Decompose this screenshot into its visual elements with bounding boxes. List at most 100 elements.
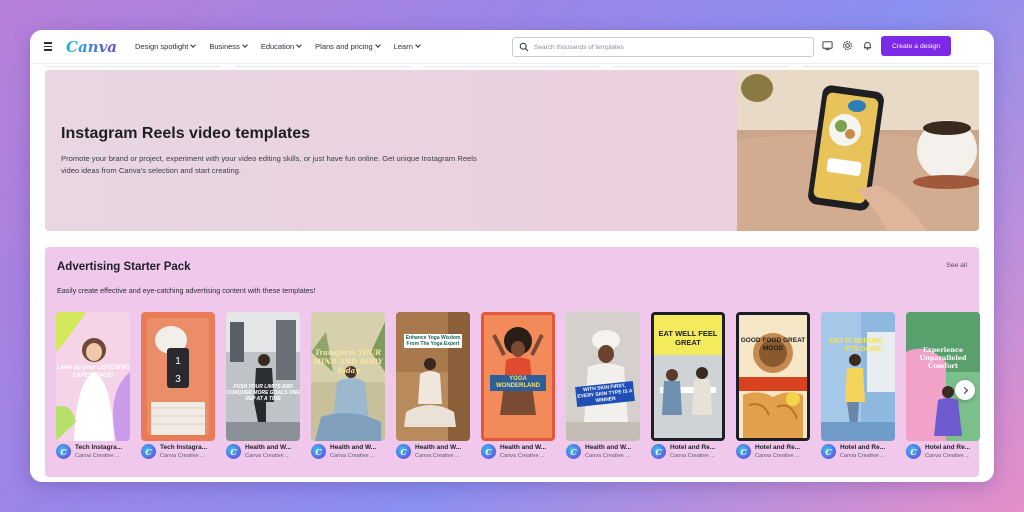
template-author: Canva Creative ... bbox=[415, 453, 460, 459]
nav-label: Learn bbox=[393, 42, 413, 51]
see-all-link[interactable]: See all bbox=[946, 262, 967, 269]
template-thumbnail[interactable]: EAT WELL FEEL GREAT bbox=[651, 312, 725, 441]
template-name: Tech Instagra... bbox=[75, 444, 123, 451]
hero-banner: Instagram Reels video templates Promote … bbox=[45, 70, 979, 231]
template-name: Hotel and Re... bbox=[755, 444, 801, 451]
template-card[interactable]: GOOD FOOD GREAT MOOD C Hotel and Re... C… bbox=[736, 312, 810, 459]
template-card[interactable]: YOGA WONDERLAND C Health and W... Canva … bbox=[481, 312, 555, 459]
section-description: Easily create effective and eye-catching… bbox=[57, 286, 316, 295]
template-author: Canva Creative ... bbox=[840, 453, 885, 459]
search-icon bbox=[519, 42, 529, 52]
thumbnail-overlay-text: Level up your LISTENING EXPERIENCE! bbox=[56, 365, 130, 379]
card-meta: C Health and W... Canva Creative ... bbox=[481, 444, 555, 459]
creator-avatar: C bbox=[396, 444, 411, 459]
template-card[interactable]: WITH SKIN FIRST, EVERY SKIN TYPE IS A WI… bbox=[566, 312, 640, 459]
creator-avatar: C bbox=[311, 444, 326, 459]
template-name: Hotel and Re... bbox=[670, 444, 716, 451]
chevron-down-icon bbox=[190, 42, 197, 48]
nav-label: Plans and pricing bbox=[315, 42, 373, 51]
thumbnail-overlay-text: GOOD FOOD GREAT MOOD bbox=[740, 337, 806, 352]
card-meta: C Tech Instagra... Canva Creative ... bbox=[56, 444, 130, 459]
template-card[interactable]: Transform YOUR MIND AND BODY Today C Hea… bbox=[311, 312, 385, 459]
chevron-down-icon bbox=[415, 42, 421, 48]
template-card[interactable]: EAT WELL FEEL GREAT C Hotel and Re... Ca… bbox=[651, 312, 725, 459]
scrolled-tabs-divider bbox=[45, 64, 979, 69]
chevron-right-icon bbox=[960, 386, 968, 394]
create-design-button[interactable]: Create a design bbox=[881, 36, 951, 56]
card-meta: C Health and W... Canva Creative ... bbox=[566, 444, 640, 459]
nav-label: Education bbox=[260, 42, 295, 51]
card-meta: C Health and W... Canva Creative ... bbox=[226, 444, 300, 459]
card-meta: C Hotel and Re... Canva Creative ... bbox=[821, 444, 895, 459]
nav-learn[interactable]: Learn bbox=[393, 42, 421, 51]
creator-avatar: C bbox=[141, 444, 156, 459]
creator-avatar: C bbox=[821, 444, 836, 459]
template-author: Canva Creative ... bbox=[755, 453, 800, 459]
nav-plans-and-pricing[interactable]: Plans and pricing bbox=[315, 42, 381, 51]
bell-icon[interactable] bbox=[862, 40, 873, 51]
nav-business[interactable]: Business bbox=[209, 42, 248, 51]
menu-icon[interactable] bbox=[40, 39, 56, 55]
template-thumbnail[interactable]: GET IT BEFORE IT'S GONE! bbox=[821, 312, 895, 441]
gear-icon[interactable] bbox=[842, 40, 853, 51]
template-thumbnail[interactable]: Enhance Yoga Wisdom From The Yoga Expert bbox=[396, 312, 470, 441]
template-thumbnail[interactable]: WITH SKIN FIRST, EVERY SKIN TYPE IS A WI… bbox=[566, 312, 640, 441]
template-author: Canva Creative ... bbox=[160, 453, 205, 459]
card-meta: C Hotel and Re... Canva Creative ... bbox=[736, 444, 810, 459]
template-thumbnail[interactable]: PUSH YOUR LIMITS AND CONQUER MORE GOALS … bbox=[226, 312, 300, 441]
template-author: Canva Creative ... bbox=[925, 453, 970, 459]
advertising-starter-pack-section: Advertising Starter Pack See all Easily … bbox=[45, 247, 980, 477]
nav-education[interactable]: Education bbox=[260, 42, 303, 51]
template-name: Tech Instagra... bbox=[160, 444, 208, 451]
card-meta: C Health and W... Canva Creative ... bbox=[311, 444, 385, 459]
creator-avatar: C bbox=[481, 444, 496, 459]
monitor-icon[interactable] bbox=[822, 40, 833, 51]
hero-description: Promote your brand or project, experimen… bbox=[61, 154, 477, 175]
card-meta: C Hotel and Re... Canva Creative ... bbox=[906, 444, 980, 459]
template-author: Canva Creative ... bbox=[670, 453, 715, 459]
creator-avatar: C bbox=[226, 444, 241, 459]
top-navigation-bar: Canva Design spotlight Business Educatio… bbox=[30, 30, 994, 64]
svg-text:1: 1 bbox=[175, 356, 181, 367]
hero-phone-image bbox=[737, 70, 979, 231]
main-nav: Design spotlight Business Education Plan… bbox=[135, 42, 421, 51]
template-thumbnail[interactable]: GOOD FOOD GREAT MOOD bbox=[736, 312, 810, 441]
template-card[interactable]: PUSH YOUR LIMITS AND CONQUER MORE GOALS … bbox=[226, 312, 300, 459]
template-author: Canva Creative ... bbox=[500, 453, 545, 459]
search-box[interactable] bbox=[512, 37, 814, 57]
search-input[interactable] bbox=[534, 43, 804, 51]
template-thumbnail[interactable]: Experience Unparalleled Comfort bbox=[906, 312, 980, 441]
template-name: Health and W... bbox=[330, 444, 377, 451]
canva-logo[interactable]: Canva bbox=[66, 38, 117, 56]
template-name: Hotel and Re... bbox=[840, 444, 886, 451]
nav-design-spotlight[interactable]: Design spotlight bbox=[135, 42, 197, 51]
template-thumbnail[interactable]: Level up your LISTENING EXPERIENCE! bbox=[56, 312, 130, 441]
nav-label: Design spotlight bbox=[135, 42, 189, 51]
template-card[interactable]: 1 3 C Tech Instagra... Canva Creative ..… bbox=[141, 312, 215, 459]
template-name: Health and W... bbox=[245, 444, 292, 451]
template-thumbnail[interactable]: Transform YOUR MIND AND BODY Today bbox=[311, 312, 385, 441]
thumbnail-overlay-text: Enhance Yoga Wisdom From The Yoga Expert bbox=[404, 334, 462, 348]
template-thumbnail[interactable]: 1 3 bbox=[141, 312, 215, 441]
thumbnail-overlay-text: EAT WELL FEEL GREAT bbox=[658, 329, 718, 347]
template-carousel: Level up your LISTENING EXPERIENCE! C Te… bbox=[56, 312, 980, 459]
template-author: Canva Creative ... bbox=[75, 453, 120, 459]
template-name: Health and W... bbox=[500, 444, 547, 451]
carousel-next-button[interactable] bbox=[955, 380, 975, 400]
template-thumbnail[interactable]: YOGA WONDERLAND bbox=[481, 312, 555, 441]
template-card[interactable]: Enhance Yoga Wisdom From The Yoga Expert… bbox=[396, 312, 470, 459]
thumbnail-overlay-text: GET IT BEFORE IT'S GONE! bbox=[829, 338, 883, 353]
template-card[interactable]: GET IT BEFORE IT'S GONE! C Hotel and Re.… bbox=[821, 312, 895, 459]
nav-label: Business bbox=[209, 42, 240, 51]
template-card[interactable]: Level up your LISTENING EXPERIENCE! C Te… bbox=[56, 312, 130, 459]
chevron-down-icon bbox=[241, 42, 248, 48]
creator-avatar: C bbox=[736, 444, 751, 459]
template-name: Health and W... bbox=[415, 444, 462, 451]
creator-avatar: C bbox=[906, 444, 921, 459]
creator-avatar: C bbox=[566, 444, 581, 459]
template-author: Canva Creative ... bbox=[245, 453, 290, 459]
chevron-down-icon bbox=[374, 42, 381, 48]
template-name: Hotel and Re... bbox=[925, 444, 971, 451]
top-icons bbox=[822, 40, 873, 51]
card-meta: C Tech Instagra... Canva Creative ... bbox=[141, 444, 215, 459]
